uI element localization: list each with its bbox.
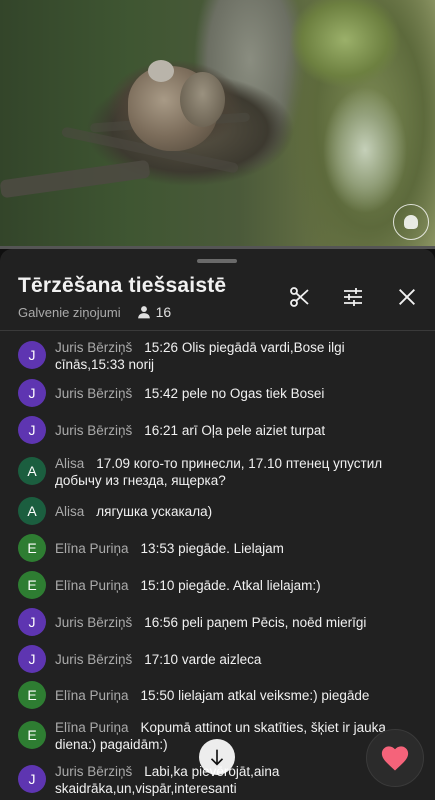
- chat-message[interactable]: J Juris Bērziņš 16:56 peli paņem Pēcis, no…: [0, 608, 435, 642]
- message-author[interactable]: Alisa: [55, 456, 84, 471]
- chat-message[interactable]: E Elīna Puriņa 15:10 piegāde. Atkal lielaj…: [0, 571, 435, 605]
- message-author[interactable]: Juris Bērziņš: [55, 386, 132, 401]
- message-body: Juris Bērziņš 16:21 arī Oļa pele aiziet t…: [55, 422, 400, 439]
- message-author[interactable]: Juris Bērziņš: [55, 340, 132, 355]
- chat-message[interactable]: A Alisa лягушка ускакала): [0, 497, 435, 531]
- avatar[interactable]: J: [18, 645, 46, 673]
- drag-handle[interactable]: [197, 259, 237, 263]
- like-reaction-button[interactable]: [366, 729, 424, 787]
- close-icon[interactable]: [394, 284, 420, 310]
- viewer-count-value: 16: [155, 304, 172, 320]
- message-body: Alisa 17.09 кого-то принесли, 17.10 птене…: [55, 455, 400, 489]
- avatar[interactable]: J: [18, 608, 46, 636]
- avatar[interactable]: E: [18, 571, 46, 599]
- chat-message[interactable]: J Juris Bērziņš 17:10 varde aizleca: [0, 645, 435, 679]
- message-author[interactable]: Juris Bērziņš: [55, 652, 132, 667]
- message-text: 16:21 arī Oļa pele aiziet turpat: [144, 423, 326, 438]
- avatar[interactable]: J: [18, 379, 46, 407]
- message-author[interactable]: Juris Bērziņš: [55, 615, 132, 630]
- message-author[interactable]: Elīna Puriņa: [55, 578, 129, 593]
- avatar[interactable]: J: [18, 765, 46, 793]
- message-author[interactable]: Elīna Puriņa: [55, 541, 129, 556]
- message-body: Juris Bērziņš 15:42 pele no Ogas tiek Bos…: [55, 385, 400, 402]
- chat-message[interactable]: J Juris Bērziņš 15:42 pele no Ogas tiek Bo…: [0, 379, 435, 413]
- video-chick-head: [148, 60, 174, 82]
- message-text: 15:50 lielajam atkal veiksme:) piegāde: [140, 688, 370, 703]
- chat-mode-selector[interactable]: Galvenie ziņojumi: [18, 305, 121, 320]
- message-text: 13:53 piegāde. Lielajam: [140, 541, 284, 556]
- message-text: 17:10 varde aizleca: [144, 652, 262, 667]
- chat-subtitle: Galvenie ziņojumi 16: [18, 304, 171, 320]
- message-author[interactable]: Juris Bērziņš: [55, 423, 132, 438]
- chat-message[interactable]: E Elīna Puriņa 13:53 piegāde. Lielajam: [0, 534, 435, 568]
- chat-message[interactable]: A Alisa 17.09 кого-то принесли, 17.10 птен…: [0, 455, 435, 489]
- avatar[interactable]: A: [18, 497, 46, 525]
- chat-message[interactable]: J Juris Bērziņš 16:21 arī Oļa pele aiziet …: [0, 416, 435, 450]
- message-body: Alisa лягушка ускакала): [55, 503, 400, 520]
- message-author[interactable]: Elīna Puriņa: [55, 688, 129, 703]
- scroll-to-bottom-button[interactable]: [199, 739, 235, 775]
- arrow-down-icon: [210, 749, 224, 766]
- message-body: Elīna Puriņa 13:53 piegāde. Lielajam: [55, 540, 400, 557]
- message-body: Elīna Puriņa 15:50 lielajam atkal veiksme…: [55, 687, 400, 704]
- live-chat-panel: Tērzēšana tiešsaistē Galvenie ziņojumi 1…: [0, 249, 435, 800]
- scissors-icon[interactable]: [287, 284, 313, 310]
- chat-message[interactable]: E Elīna Puriņa 15:50 lielajam atkal veiksm…: [0, 681, 435, 715]
- message-body: Elīna Puriņa 15:10 piegāde. Atkal lielaja…: [55, 577, 400, 594]
- message-author[interactable]: Alisa: [55, 504, 84, 519]
- message-author[interactable]: Juris Bērziņš: [55, 764, 132, 779]
- channel-watermark-logo: [393, 204, 429, 240]
- avatar[interactable]: J: [18, 416, 46, 444]
- message-text: 17.09 кого-то принесли, 17.10 птенец упу…: [55, 456, 383, 488]
- chat-message-list[interactable]: J Juris Bērziņš 15:26 Olis piegādā vardi,B…: [0, 331, 435, 800]
- message-body: Juris Bērziņš 17:10 varde aizleca: [55, 651, 400, 668]
- chat-message[interactable]: J Juris Bērziņš 15:26 Olis piegādā vardi,B…: [0, 339, 435, 373]
- video-eagle-chick: [180, 72, 225, 127]
- message-text: лягушка ускакала): [96, 504, 213, 519]
- message-text: 15:10 piegāde. Atkal lielajam:): [140, 578, 321, 593]
- avatar[interactable]: A: [18, 457, 46, 485]
- message-body: Juris Bērziņš 15:26 Olis piegādā vardi,Bo…: [55, 339, 400, 373]
- avatar[interactable]: J: [18, 341, 46, 369]
- livestream-video[interactable]: [0, 0, 435, 247]
- avatar[interactable]: E: [18, 534, 46, 562]
- message-body: Juris Bērziņš 16:56 peli paņem Pēcis, noē…: [55, 614, 400, 631]
- avatar[interactable]: E: [18, 681, 46, 709]
- chat-title: Tērzēšana tiešsaistē: [18, 274, 227, 297]
- person-icon: [137, 306, 150, 319]
- message-text: 15:42 pele no Ogas tiek Bosei: [144, 386, 325, 401]
- avatar[interactable]: E: [18, 721, 46, 749]
- message-author[interactable]: Elīna Puriņa: [55, 720, 129, 735]
- viewer-count: 16: [137, 304, 172, 320]
- message-text: 16:56 peli paņem Pēcis, noēd mierīgi: [144, 615, 367, 630]
- heart-icon: [381, 746, 409, 771]
- video-branch: [0, 159, 151, 199]
- tune-icon[interactable]: [340, 284, 366, 310]
